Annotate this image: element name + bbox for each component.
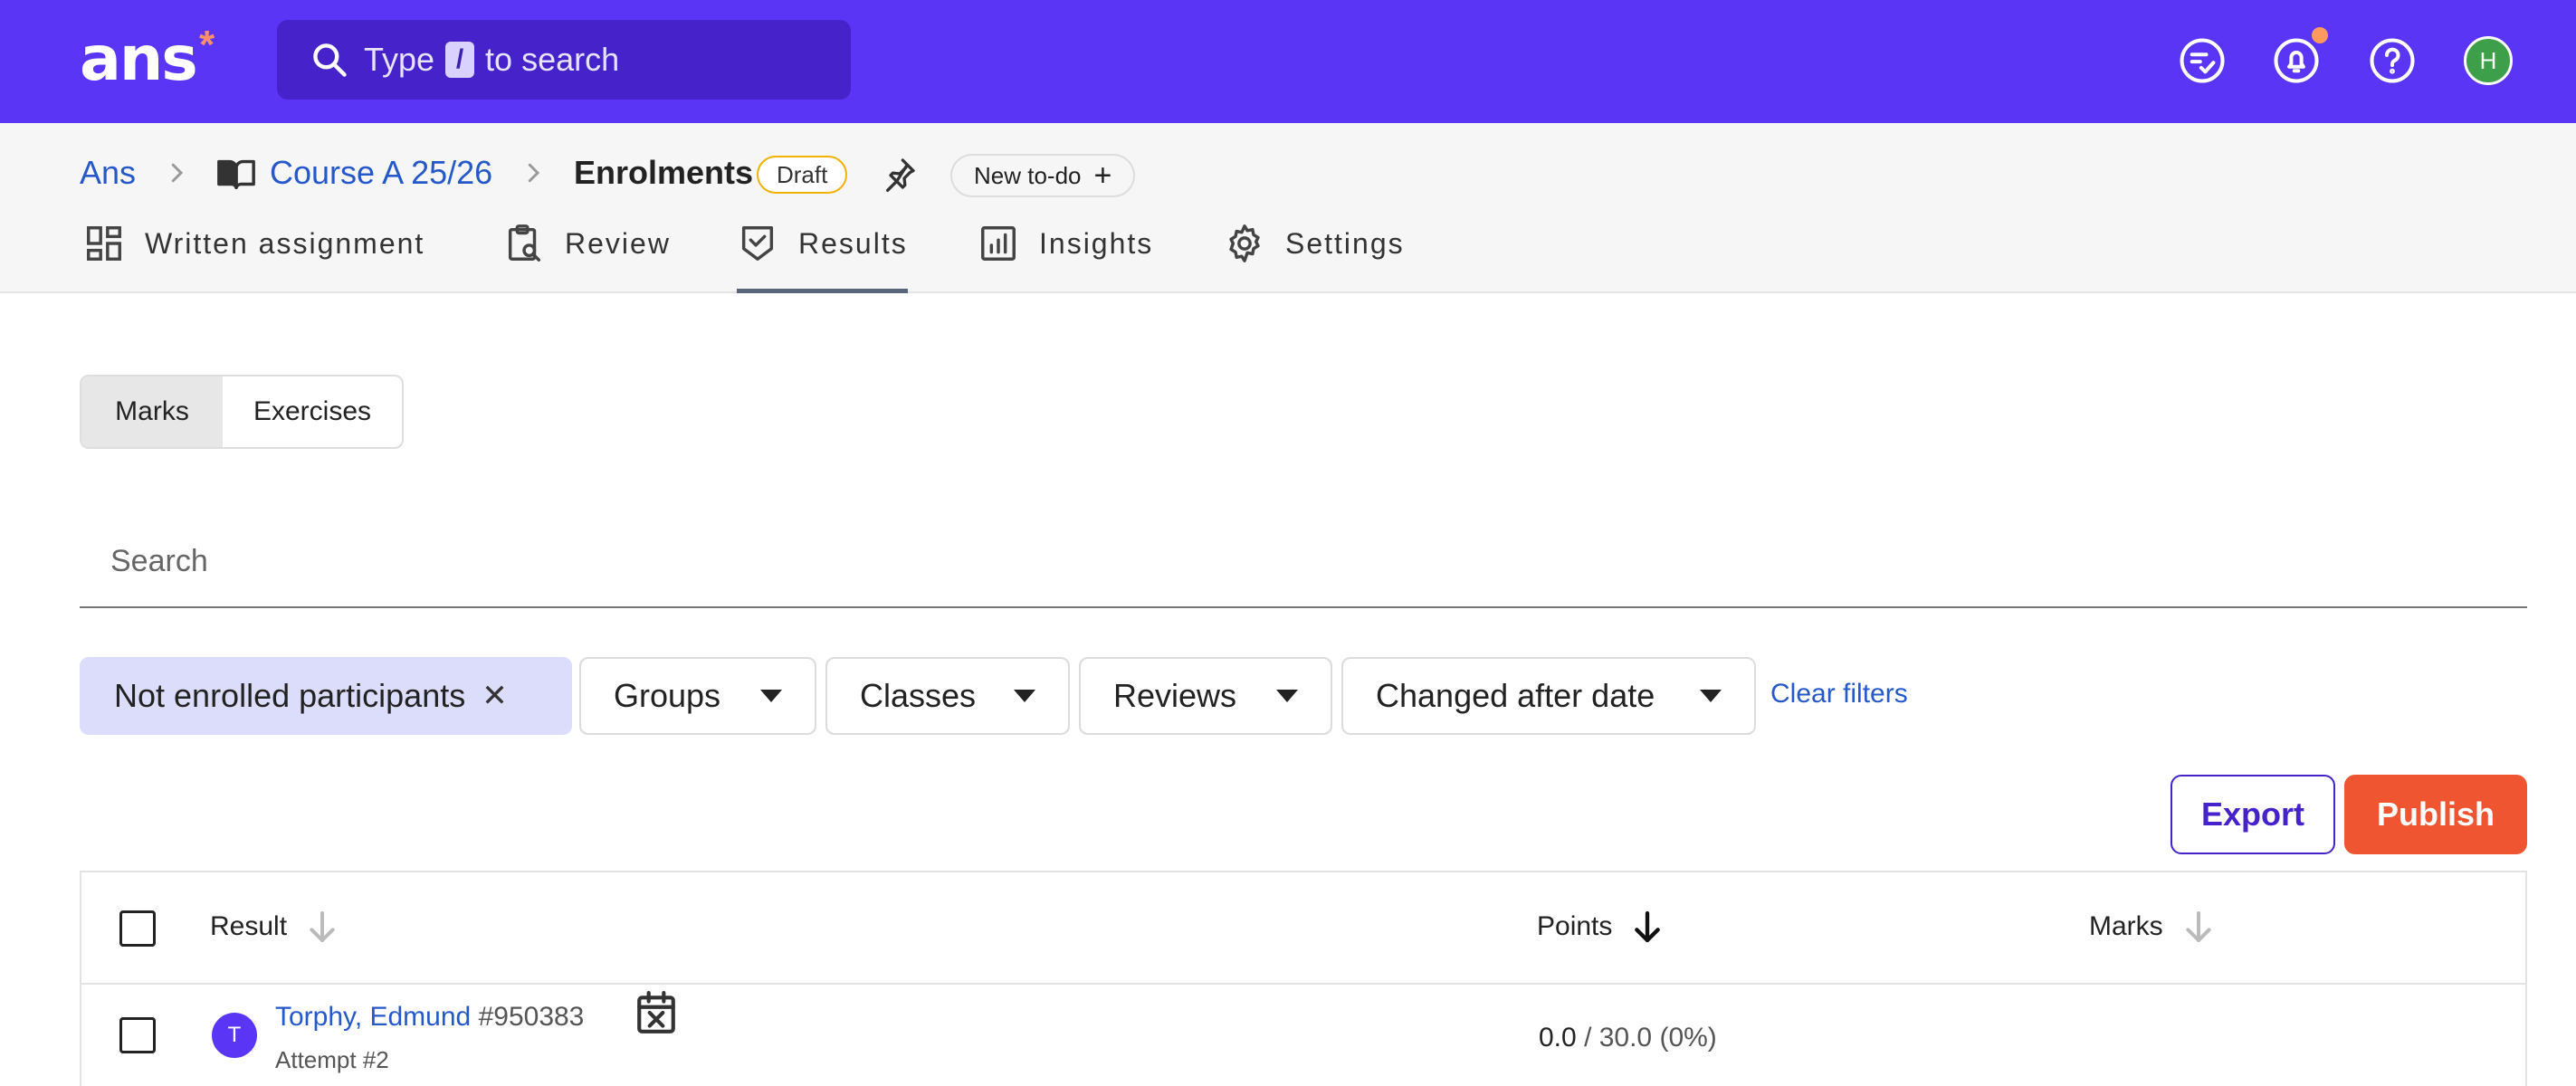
new-todo-label: New to-do [974, 162, 1082, 189]
status-badge: Draft [757, 156, 848, 194]
global-search-hint: Type / to search [364, 41, 619, 79]
gear-icon [1229, 224, 1260, 262]
table-header: Result Points Marks [81, 872, 2525, 985]
tab-label: Insights [1039, 227, 1154, 260]
tab-label: Settings [1285, 227, 1405, 260]
logo[interactable]: ans [80, 24, 198, 96]
column-points[interactable]: Points [1537, 909, 1663, 945]
points-total: / 30.0 (0%) [1584, 1023, 1717, 1053]
filter-label: Not enrolled participants [114, 677, 466, 714]
bar-chart-icon [981, 226, 1016, 261]
calendar-x-icon[interactable] [635, 990, 677, 1035]
tab-insights[interactable]: Insights [978, 223, 1153, 293]
toggle-exercises[interactable]: Exercises [223, 376, 402, 447]
filter-label: Classes [860, 677, 977, 714]
book-icon [217, 159, 255, 190]
chevron-right-icon [528, 163, 540, 183]
tab-label: Results [798, 227, 908, 260]
caret-down-icon [1700, 690, 1722, 702]
shield-check-icon [741, 226, 774, 261]
chevron-right-icon [171, 163, 184, 183]
points-value: 0.0 / 30.0 (0%) [1539, 1023, 1717, 1053]
clipboard-search-icon [508, 224, 541, 262]
tab-label: Written assignment [145, 227, 425, 260]
help-icon[interactable] [2368, 36, 2417, 85]
tab-review[interactable]: Review [503, 223, 671, 293]
participant-name-link[interactable]: Torphy, Edmund [275, 1002, 471, 1032]
arrow-down-icon [2186, 911, 2211, 942]
clear-filters-link[interactable]: Clear filters [1770, 679, 1908, 710]
column-label: Marks [2089, 911, 2163, 941]
column-result[interactable]: Result [210, 909, 338, 945]
tab-results[interactable]: Results [737, 223, 908, 293]
participant-name[interactable]: Torphy, Edmund #950383 [275, 999, 584, 1035]
tab-label: Review [565, 227, 671, 260]
layout-icon [87, 226, 121, 261]
logo-mark: * [199, 23, 215, 67]
caret-down-icon [760, 690, 782, 702]
attempt-label: Attempt #2 [275, 1046, 389, 1073]
results-table: Result Points Marks T Torphy, Edmund #95… [80, 871, 2527, 1086]
page-title: Enrolments [574, 154, 754, 191]
tab-settings[interactable]: Settings [1224, 223, 1405, 293]
publish-button[interactable]: Publish [2344, 775, 2527, 854]
participant-avatar: T [212, 1013, 257, 1058]
filter-label: Groups [614, 677, 721, 714]
filter-groups-dropdown[interactable]: Groups [579, 657, 816, 735]
caret-down-icon [1014, 690, 1035, 702]
bell-icon[interactable] [2272, 36, 2321, 85]
search-hint-prefix: Type [364, 41, 435, 78]
page-header: Ans Course A 25/26 Enrolments Draft New … [0, 123, 2576, 293]
tab-written-assignment[interactable]: Written assignment [83, 223, 425, 293]
toggle-marks[interactable]: Marks [81, 376, 223, 447]
column-label: Points [1537, 911, 1613, 941]
breadcrumb-root[interactable]: Ans [80, 150, 136, 195]
close-icon[interactable]: ✕ [482, 678, 508, 714]
breadcrumb-course[interactable]: Course A 25/26 [270, 150, 492, 195]
column-label: Result [210, 911, 288, 941]
view-toggle: Marks Exercises [80, 375, 404, 449]
user-avatar[interactable]: H [2464, 36, 2513, 85]
search-hint-suffix: to search [485, 41, 620, 78]
select-all-checkbox[interactable] [119, 910, 156, 947]
pin-icon[interactable] [882, 154, 918, 194]
arrow-down-icon [310, 911, 335, 942]
notification-dot [2312, 27, 2328, 43]
column-marks[interactable]: Marks [2089, 909, 2214, 945]
filter-changed-after-date-dropdown[interactable]: Changed after date [1341, 657, 1756, 735]
filter-label: Changed after date [1376, 677, 1655, 714]
filter-reviews-dropdown[interactable]: Reviews [1079, 657, 1332, 735]
row-checkbox[interactable] [119, 1017, 156, 1053]
caret-down-icon [1276, 690, 1298, 702]
export-button[interactable]: Export [2171, 775, 2335, 854]
new-todo-button[interactable]: New to-do + [950, 154, 1136, 197]
points-earned: 0.0 [1539, 1023, 1577, 1053]
filter-not-enrolled[interactable]: Not enrolled participants ✕ [80, 657, 572, 735]
plus-icon: + [1093, 158, 1112, 193]
shortcut-key: / [445, 42, 475, 78]
filter-label: Reviews [1113, 677, 1237, 714]
search-icon [313, 43, 347, 77]
arrow-down-icon [1635, 910, 1661, 943]
global-search[interactable]: Type / to search [277, 20, 851, 100]
participant-number: #950383 [478, 1002, 585, 1032]
search-field [80, 516, 2527, 608]
filter-classes-dropdown[interactable]: Classes [825, 657, 1070, 735]
search-input[interactable] [110, 543, 2527, 579]
top-bar: ans * Type / to search H [0, 0, 2576, 123]
tasks-icon[interactable] [2178, 36, 2227, 85]
